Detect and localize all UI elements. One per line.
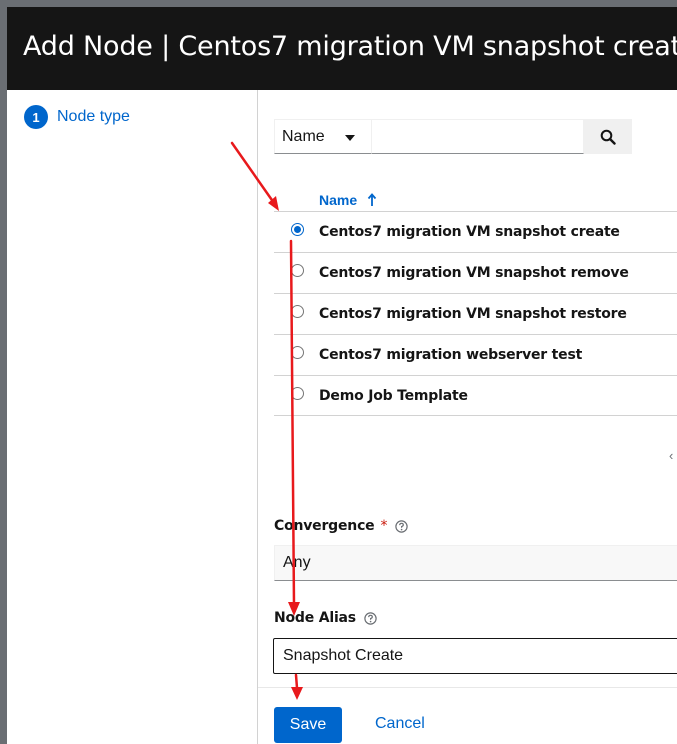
save-button[interactable]: Save bbox=[274, 707, 342, 743]
node-alias-input[interactable]: Snapshot Create bbox=[273, 638, 677, 674]
backdrop-left bbox=[0, 0, 7, 744]
help-icon[interactable] bbox=[364, 611, 377, 625]
row-label: Demo Job Template bbox=[319, 388, 468, 404]
table-row[interactable]: Centos7 migration VM snapshot remove bbox=[274, 252, 677, 293]
row-label: Centos7 migration VM snapshot restore bbox=[319, 306, 627, 322]
column-header-name[interactable]: Name bbox=[319, 192, 357, 208]
search-button[interactable] bbox=[584, 119, 632, 154]
backdrop-top bbox=[0, 0, 677, 7]
row-label: Centos7 migration VM snapshot remove bbox=[319, 265, 629, 281]
table-row[interactable]: Demo Job Template bbox=[274, 375, 677, 416]
wizard-step-node-type[interactable]: 1 Node type bbox=[24, 105, 130, 129]
convergence-select[interactable]: Any bbox=[274, 545, 677, 581]
modal-title: Add Node | Centos7 migration VM snapshot… bbox=[23, 31, 677, 62]
convergence-label-text: Convergence bbox=[274, 518, 375, 534]
add-node-modal: Add Node | Centos7 migration VM snapshot… bbox=[7, 7, 677, 744]
wizard-nav: 1 Node type bbox=[7, 90, 258, 744]
table-row[interactable]: Centos7 migration VM snapshot restore bbox=[274, 293, 677, 334]
caret-down-icon bbox=[345, 135, 355, 141]
filter-toolbar: Name bbox=[274, 119, 632, 154]
row-radio[interactable] bbox=[291, 264, 304, 277]
wizard-main: Name Name Centos7 migration VM snapshot … bbox=[258, 90, 677, 744]
row-label: Centos7 migration webserver test bbox=[319, 347, 583, 363]
search-icon bbox=[600, 129, 616, 145]
pagination-prev-icon[interactable]: ‹ bbox=[669, 448, 673, 463]
node-alias-label: Node Alias bbox=[274, 610, 377, 626]
node-alias-label-text: Node Alias bbox=[274, 610, 356, 626]
table-header: Name bbox=[319, 192, 377, 208]
filter-field-select[interactable]: Name bbox=[274, 119, 372, 154]
row-radio-selected[interactable] bbox=[291, 223, 304, 236]
modal-footer: Save Cancel bbox=[258, 687, 677, 744]
table-row[interactable]: Centos7 migration webserver test bbox=[274, 334, 677, 375]
row-radio[interactable] bbox=[291, 387, 304, 400]
modal-header: Add Node | Centos7 migration VM snapshot… bbox=[7, 7, 677, 90]
filter-field-value: Name bbox=[282, 127, 325, 145]
step-number-badge: 1 bbox=[24, 105, 48, 129]
convergence-label: Convergence * bbox=[274, 518, 408, 534]
row-radio[interactable] bbox=[291, 305, 304, 318]
search-input[interactable] bbox=[372, 119, 584, 154]
row-radio[interactable] bbox=[291, 346, 304, 359]
table-row[interactable]: Centos7 migration VM snapshot create bbox=[274, 211, 677, 252]
job-template-list: Centos7 migration VM snapshot create Cen… bbox=[274, 211, 677, 416]
row-label: Centos7 migration VM snapshot create bbox=[319, 224, 620, 240]
sort-ascending-icon[interactable] bbox=[367, 193, 377, 207]
step-label: Node type bbox=[57, 108, 130, 125]
cancel-button[interactable]: Cancel bbox=[375, 715, 425, 733]
help-icon[interactable] bbox=[395, 519, 408, 533]
required-indicator: * bbox=[380, 518, 388, 534]
